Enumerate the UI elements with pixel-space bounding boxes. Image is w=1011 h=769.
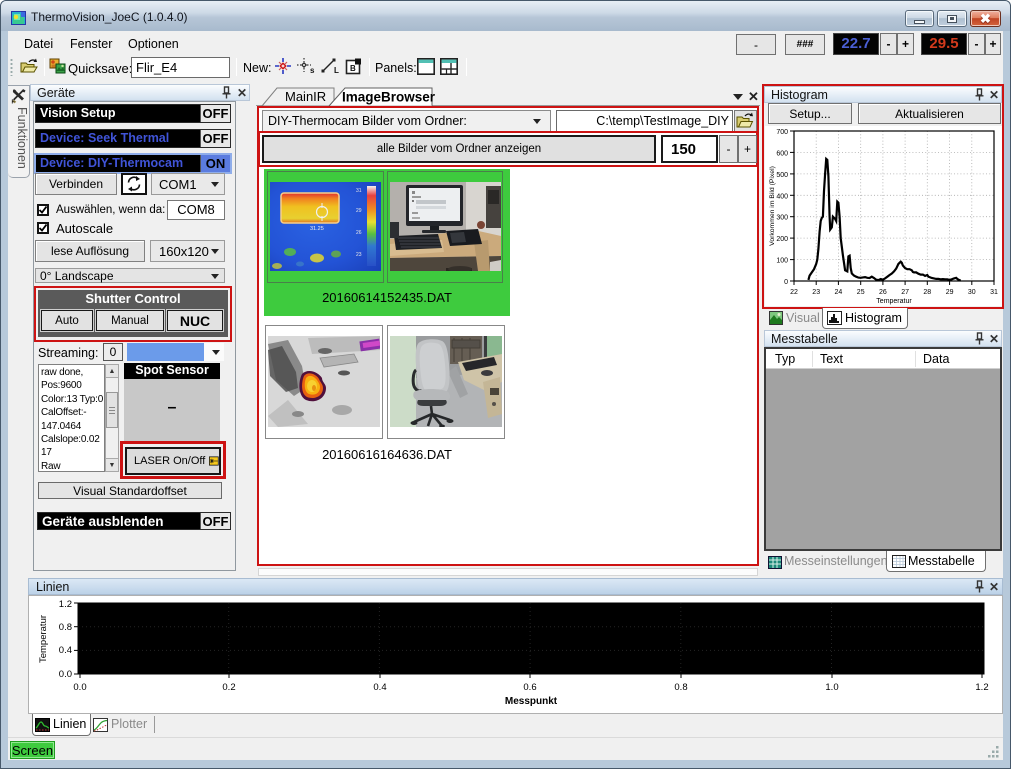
svg-text:700: 700 <box>776 129 788 136</box>
svg-text:29: 29 <box>356 208 362 214</box>
svg-text:500: 500 <box>776 172 788 179</box>
svg-text:29: 29 <box>946 289 954 296</box>
svg-text:Vorkommen im Bild (Pixel): Vorkommen im Bild (Pixel) <box>769 166 776 246</box>
svg-text:0.0: 0.0 <box>59 669 72 680</box>
svg-text:23: 23 <box>812 289 820 296</box>
svg-text:B: B <box>350 64 356 73</box>
svg-text:30: 30 <box>968 289 976 296</box>
svg-text:31: 31 <box>990 289 998 296</box>
svg-text:Temperatur: Temperatur <box>876 298 912 305</box>
svg-text:31.25: 31.25 <box>310 226 324 232</box>
svg-text:ImageBrowser: ImageBrowser <box>342 90 436 105</box>
svg-text:0.8: 0.8 <box>674 682 687 693</box>
svg-text:0.2: 0.2 <box>222 682 235 693</box>
svg-text:400: 400 <box>776 193 788 200</box>
svg-text:0: 0 <box>784 279 788 286</box>
svg-text:23: 23 <box>356 252 362 258</box>
svg-text:s: s <box>310 66 315 74</box>
svg-text:✕: ✕ <box>748 89 759 104</box>
svg-text:300: 300 <box>776 215 788 222</box>
svg-text:26: 26 <box>879 289 887 296</box>
svg-text:27: 27 <box>901 289 909 296</box>
svg-text:31: 31 <box>356 188 362 194</box>
svg-text:0.0: 0.0 <box>73 682 86 693</box>
svg-text:MainIR: MainIR <box>285 89 326 104</box>
svg-text:L: L <box>334 66 339 74</box>
svg-text:0.4: 0.4 <box>373 682 386 693</box>
svg-text:22: 22 <box>790 289 798 296</box>
svg-text:1.0: 1.0 <box>825 682 838 693</box>
svg-text:25: 25 <box>857 289 865 296</box>
svg-text:200: 200 <box>776 236 788 243</box>
svg-text:600: 600 <box>776 150 788 157</box>
svg-text:26: 26 <box>356 230 362 236</box>
svg-text:0.8: 0.8 <box>59 622 72 633</box>
svg-text:0.4: 0.4 <box>59 645 72 656</box>
svg-text:0.6: 0.6 <box>523 682 536 693</box>
svg-text:28: 28 <box>923 289 931 296</box>
svg-text:100: 100 <box>776 258 788 265</box>
svg-text:Temperatur: Temperatur <box>38 615 49 663</box>
svg-text:Messpunkt: Messpunkt <box>505 696 558 707</box>
svg-text:1.2: 1.2 <box>975 682 988 693</box>
svg-text:24: 24 <box>835 289 843 296</box>
svg-text:1.2: 1.2 <box>59 599 72 610</box>
